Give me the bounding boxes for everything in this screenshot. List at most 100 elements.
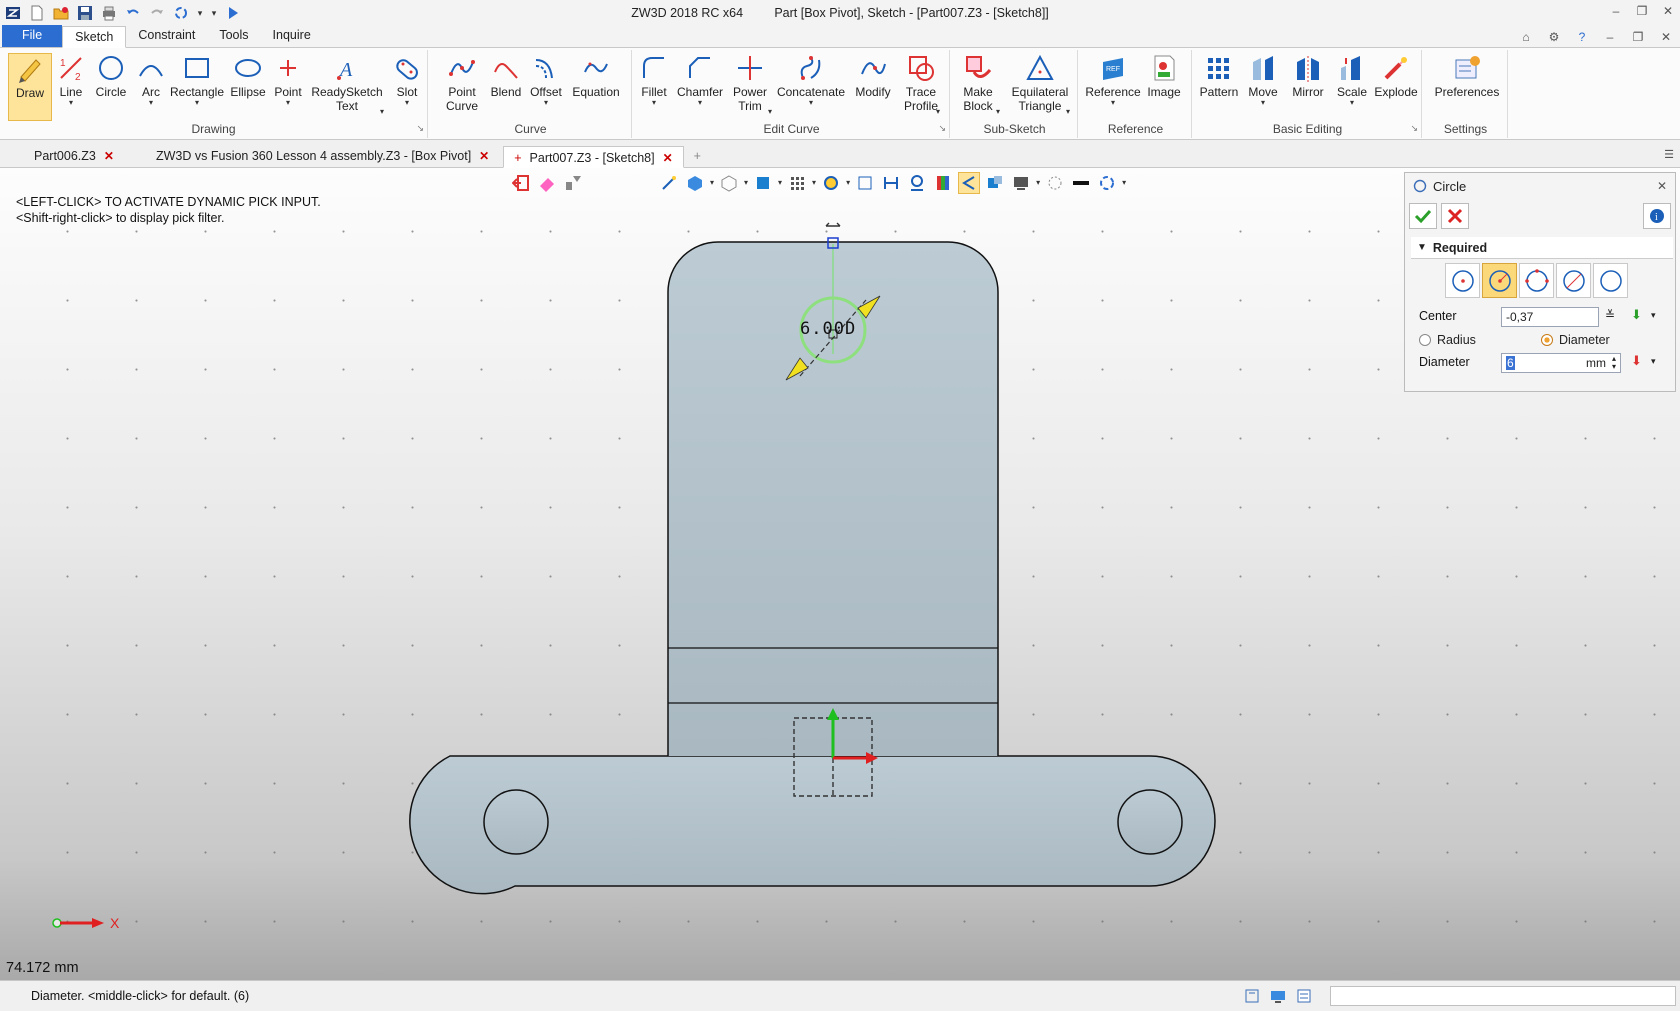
new-file-icon[interactable] xyxy=(28,4,46,22)
concatenate-dropdown-icon[interactable]: ▾ xyxy=(809,99,813,107)
power-trim-button[interactable]: Power Trim xyxy=(730,53,770,113)
mode-two-point-button[interactable] xyxy=(1556,263,1591,298)
modify-button[interactable]: Modify xyxy=(852,53,894,99)
diameter-dropdown-icon[interactable]: ▾ xyxy=(1651,356,1656,367)
blend-button[interactable]: Blend xyxy=(488,53,524,99)
reference-button[interactable]: REF Reference ▾ xyxy=(1085,53,1141,107)
center-dropdown-icon[interactable]: ▾ xyxy=(1651,310,1656,321)
chamfer-dropdown-icon[interactable]: ▾ xyxy=(698,99,702,107)
readysketch-dropdown-icon[interactable]: ▾ xyxy=(380,108,384,116)
play-icon[interactable] xyxy=(224,4,242,22)
line-button[interactable]: 12 Line ▾ xyxy=(56,53,86,107)
cancel-button[interactable] xyxy=(1441,203,1469,229)
center-field[interactable]: -0,37 xyxy=(1501,307,1599,327)
open-file-icon[interactable] xyxy=(52,4,70,22)
tab-list-icon[interactable]: ☰ xyxy=(1664,148,1674,161)
mode-center-radius-button[interactable] xyxy=(1445,263,1480,298)
drawing-launcher-icon[interactable]: ↘ xyxy=(416,123,424,134)
draw-button[interactable]: Draw xyxy=(8,53,52,121)
diameter-field[interactable]: 6 mm ▴ ▾ xyxy=(1501,353,1621,373)
redo-icon[interactable] xyxy=(148,4,166,22)
doc-tab-assembly[interactable]: ZW3D vs Fusion 360 Lesson 4 assembly.Z3 … xyxy=(146,145,499,167)
scale-dropdown-icon[interactable]: ▾ xyxy=(1350,99,1354,107)
restore-icon[interactable]: ❐ xyxy=(1634,3,1650,19)
preferences-button[interactable]: Preferences xyxy=(1432,53,1502,99)
status-list-icon[interactable] xyxy=(1296,988,1312,1007)
undo-icon[interactable] xyxy=(124,4,142,22)
move-button[interactable]: Move ▾ xyxy=(1244,53,1282,107)
doc-tab-part007[interactable]: + Part007.Z3 - [Sketch8] ✕ xyxy=(503,146,684,168)
close-tab-icon[interactable]: ✕ xyxy=(104,149,114,167)
app-logo-icon[interactable] xyxy=(4,4,22,22)
diameter-radio[interactable] xyxy=(1541,334,1553,346)
rectangle-dropdown-icon[interactable]: ▾ xyxy=(195,99,199,107)
ok-button[interactable] xyxy=(1409,203,1437,229)
equilateral-triangle-button[interactable]: Equilateral Triangle xyxy=(1008,53,1072,113)
trace-profile-dropdown-icon[interactable]: ▾ xyxy=(936,108,940,116)
collapse-ribbon-icon[interactable]: ⌂ xyxy=(1518,29,1534,45)
fillet-button[interactable]: Fillet ▾ xyxy=(636,53,672,107)
radius-option[interactable]: Radius xyxy=(1419,333,1476,347)
close-icon[interactable]: ✕ xyxy=(1660,3,1676,19)
spinner-icon[interactable]: ▴ ▾ xyxy=(1612,355,1616,371)
rotate-dropdown-icon[interactable]: ▾ xyxy=(196,8,204,19)
tab-file[interactable]: File xyxy=(2,25,63,47)
pattern-button[interactable]: Pattern xyxy=(1198,53,1240,99)
diameter-option[interactable]: Diameter xyxy=(1541,333,1610,347)
edit-curve-launcher-icon[interactable]: ↘ xyxy=(938,123,946,134)
equation-button[interactable]: Equation xyxy=(570,53,622,99)
readysketch-text-button[interactable]: A ReadySketch Text xyxy=(310,53,384,113)
power-trim-dropdown-icon[interactable]: ▾ xyxy=(768,108,772,116)
offset-dropdown-icon[interactable]: ▾ xyxy=(544,99,548,107)
trace-profile-button[interactable]: Trace Profile xyxy=(898,53,944,113)
doc-tab-part006[interactable]: Part006.Z3 ✕ xyxy=(24,145,142,167)
minimize-icon[interactable]: – xyxy=(1608,3,1624,19)
save-icon[interactable] xyxy=(76,4,94,22)
close-tab-icon[interactable]: ✕ xyxy=(479,149,489,167)
command-input-box[interactable] xyxy=(1330,986,1676,1006)
line-dropdown-icon[interactable]: ▾ xyxy=(69,99,73,107)
help-icon[interactable]: ? xyxy=(1574,29,1590,45)
tab-tools[interactable]: Tools xyxy=(207,25,260,47)
move-dropdown-icon[interactable]: ▾ xyxy=(1261,99,1265,107)
required-section-header[interactable]: ▼ Required xyxy=(1411,237,1673,259)
point-button[interactable]: Point ▾ xyxy=(272,53,304,107)
rectangle-button[interactable]: Rectangle ▾ xyxy=(170,53,224,107)
eq-triangle-dropdown-icon[interactable]: ▾ xyxy=(1066,108,1070,116)
close-tab-icon[interactable]: ✕ xyxy=(663,151,673,167)
tab-sketch[interactable]: Sketch xyxy=(62,26,127,48)
slot-dropdown-icon[interactable]: ▾ xyxy=(405,99,409,107)
status-history-icon[interactable] xyxy=(1244,988,1260,1007)
center-options-icon[interactable]: ≚ xyxy=(1605,308,1615,322)
customize-qat-icon[interactable]: ▾ xyxy=(210,8,218,19)
fillet-dropdown-icon[interactable]: ▾ xyxy=(652,99,656,107)
status-display-icon[interactable] xyxy=(1270,988,1286,1007)
chamfer-button[interactable]: Chamfer ▾ xyxy=(674,53,726,107)
tab-inquire[interactable]: Inquire xyxy=(261,25,323,47)
settings-gear-icon[interactable]: ⚙ xyxy=(1546,29,1562,45)
make-block-dropdown-icon[interactable]: ▾ xyxy=(996,108,1000,116)
make-block-button[interactable]: Make Block xyxy=(958,53,998,113)
concatenate-button[interactable]: Concatenate ▾ xyxy=(774,53,848,107)
mode-center-diameter-button[interactable] xyxy=(1482,263,1517,298)
mirror-button[interactable]: Mirror xyxy=(1286,53,1330,99)
reference-dropdown-icon[interactable]: ▾ xyxy=(1111,99,1115,107)
doc-restore-icon[interactable]: ❐ xyxy=(1630,29,1646,45)
doc-minimize-icon[interactable]: – xyxy=(1602,29,1618,45)
ellipse-button[interactable]: Ellipse xyxy=(229,53,267,99)
center-pick-icon[interactable]: ⬇ xyxy=(1631,307,1642,323)
rotate-view-icon[interactable] xyxy=(172,4,190,22)
panel-close-icon[interactable]: ✕ xyxy=(1657,179,1667,193)
image-button[interactable]: Image xyxy=(1144,53,1184,99)
arc-dropdown-icon[interactable]: ▾ xyxy=(149,99,153,107)
circle-button[interactable]: Circle xyxy=(94,53,128,99)
offset-button[interactable]: Offset ▾ xyxy=(528,53,564,107)
mode-three-point-button[interactable] xyxy=(1519,263,1554,298)
tab-constraint[interactable]: Constraint xyxy=(126,25,207,47)
dimension-text[interactable]: 6.00D xyxy=(800,319,856,339)
doc-close-icon[interactable]: ✕ xyxy=(1658,29,1674,45)
point-dropdown-icon[interactable]: ▾ xyxy=(286,99,290,107)
mode-tangent-button[interactable] xyxy=(1593,263,1628,298)
slot-button[interactable]: Slot ▾ xyxy=(392,53,422,107)
arc-button[interactable]: Arc ▾ xyxy=(136,53,166,107)
